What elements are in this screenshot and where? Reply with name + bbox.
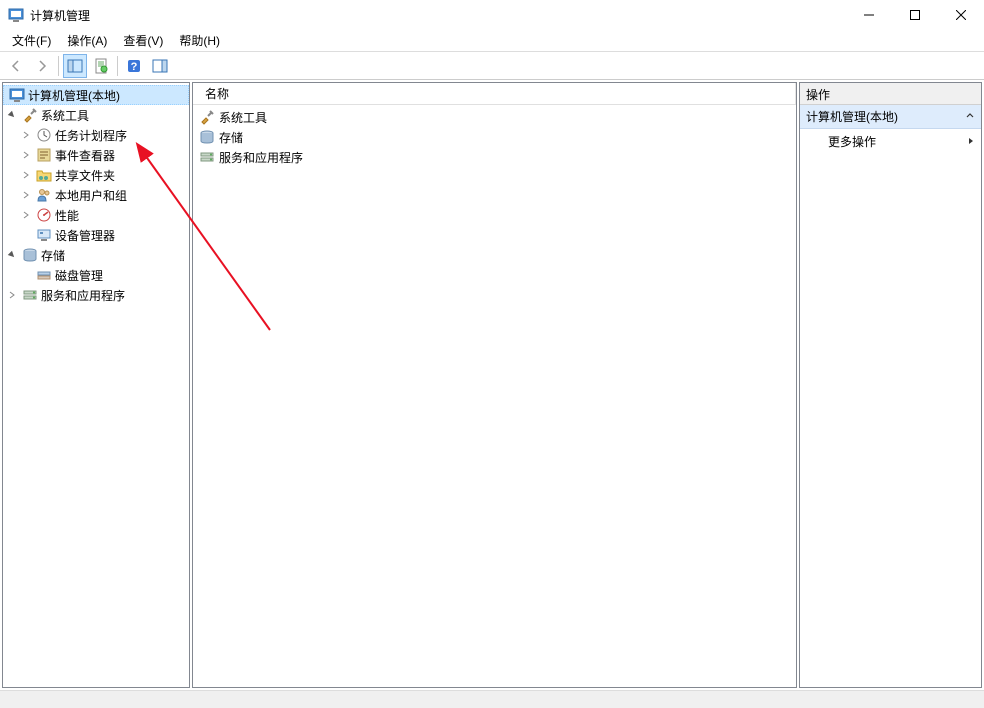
actions-more[interactable]: 更多操作 (800, 129, 981, 154)
window-title: 计算机管理 (30, 7, 846, 24)
tools-icon (199, 109, 215, 125)
help-button[interactable]: ? (122, 54, 146, 78)
app-icon (8, 7, 24, 23)
tree-device-manager-label: 设备管理器 (55, 227, 115, 244)
minimize-button[interactable] (846, 0, 892, 30)
forward-button[interactable] (30, 54, 54, 78)
tree-performance-label: 性能 (55, 207, 79, 224)
show-hide-action-pane-button[interactable] (148, 54, 172, 78)
tree-shared-folders[interactable]: 共享文件夹 (3, 165, 189, 185)
tree-storage-label: 存储 (41, 247, 65, 264)
back-button[interactable] (4, 54, 28, 78)
expand-icon[interactable] (19, 188, 33, 202)
toolbar: ? (0, 52, 984, 80)
collapse-icon[interactable] (5, 108, 19, 122)
tree-disk-mgmt[interactable]: 磁盘管理 (3, 265, 189, 285)
list-item[interactable]: 存储 (193, 127, 796, 147)
tools-icon (22, 107, 38, 123)
list-item-label: 服务和应用程序 (219, 149, 303, 166)
list-header-name[interactable]: 名称 (199, 83, 796, 104)
list-header: 名称 (193, 83, 796, 105)
device-manager-icon (36, 227, 52, 243)
performance-icon (36, 207, 52, 223)
tree-disk-mgmt-label: 磁盘管理 (55, 267, 103, 284)
actions-header: 操作 (800, 83, 981, 105)
list-panel[interactable]: 名称 系统工具 存储 服务和应用程序 (192, 82, 797, 688)
submenu-icon (967, 135, 975, 149)
toolbar-separator (117, 56, 118, 76)
collapse-icon[interactable] (5, 248, 19, 262)
titlebar: 计算机管理 (0, 0, 984, 30)
event-viewer-icon (36, 147, 52, 163)
clock-icon (36, 127, 52, 143)
tree-task-scheduler[interactable]: 任务计划程序 (3, 125, 189, 145)
properties-button[interactable] (89, 54, 113, 78)
menu-action[interactable]: 操作(A) (59, 30, 115, 51)
svg-text:?: ? (131, 61, 138, 73)
menu-view[interactable]: 查看(V) (115, 30, 171, 51)
computer-mgmt-icon (9, 87, 25, 103)
services-icon (22, 287, 38, 303)
tree-services-apps[interactable]: 服务和应用程序 (3, 285, 189, 305)
expand-icon[interactable] (19, 148, 33, 162)
expand-icon[interactable] (19, 208, 33, 222)
tree-root[interactable]: 计算机管理(本地) (3, 85, 189, 105)
list-item-label: 存储 (219, 129, 243, 146)
statusbar (0, 690, 984, 708)
tree-system-tools[interactable]: 系统工具 (3, 105, 189, 125)
shared-folder-icon (36, 167, 52, 183)
tree-local-users-label: 本地用户和组 (55, 187, 127, 204)
tree-performance[interactable]: 性能 (3, 205, 189, 225)
disk-mgmt-icon (36, 267, 52, 283)
menu-file[interactable]: 文件(F) (4, 30, 59, 51)
show-hide-tree-button[interactable] (63, 54, 87, 78)
close-button[interactable] (938, 0, 984, 30)
storage-icon (22, 247, 38, 263)
expand-icon[interactable] (19, 128, 33, 142)
tree-root-label: 计算机管理(本地) (28, 87, 120, 104)
menubar: 文件(F) 操作(A) 查看(V) 帮助(H) (0, 30, 984, 52)
tree-panel[interactable]: 计算机管理(本地) 系统工具 任务计划程序 事件查看器 (2, 82, 190, 688)
toolbar-separator (58, 56, 59, 76)
tree-shared-folders-label: 共享文件夹 (55, 167, 115, 184)
tree-event-viewer-label: 事件查看器 (55, 147, 115, 164)
services-icon (199, 149, 215, 165)
menu-help[interactable]: 帮助(H) (171, 30, 228, 51)
tree-device-manager[interactable]: 设备管理器 (3, 225, 189, 245)
storage-icon (199, 129, 215, 145)
list-item[interactable]: 服务和应用程序 (193, 147, 796, 167)
collapse-icon[interactable] (965, 110, 975, 124)
maximize-button[interactable] (892, 0, 938, 30)
tree-system-tools-label: 系统工具 (41, 107, 89, 124)
tree-local-users[interactable]: 本地用户和组 (3, 185, 189, 205)
tree-services-apps-label: 服务和应用程序 (41, 287, 125, 304)
expand-icon[interactable] (5, 288, 19, 302)
list-item-label: 系统工具 (219, 109, 267, 126)
expand-icon[interactable] (19, 168, 33, 182)
tree-event-viewer[interactable]: 事件查看器 (3, 145, 189, 165)
actions-section[interactable]: 计算机管理(本地) (800, 105, 981, 129)
tree-storage[interactable]: 存储 (3, 245, 189, 265)
users-icon (36, 187, 52, 203)
tree-task-scheduler-label: 任务计划程序 (55, 127, 127, 144)
actions-more-label: 更多操作 (828, 133, 876, 150)
actions-panel: 操作 计算机管理(本地) 更多操作 (799, 82, 982, 688)
actions-section-label: 计算机管理(本地) (806, 108, 898, 125)
list-item[interactable]: 系统工具 (193, 107, 796, 127)
